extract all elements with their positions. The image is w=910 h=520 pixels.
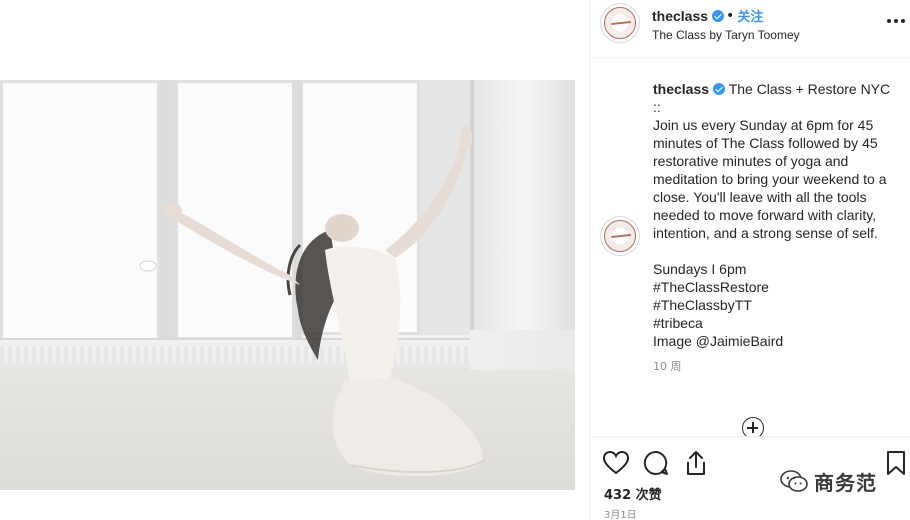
- more-options-icon[interactable]: [886, 12, 906, 26]
- share-icon[interactable]: [682, 449, 710, 477]
- avatar-logo-icon: [604, 220, 636, 252]
- caption-title: The Class + Restore NYC: [728, 81, 891, 97]
- avatar-logo-icon: [604, 7, 636, 39]
- wechat-logo-icon: [780, 470, 808, 492]
- header-title-row: theclass • 关注: [652, 6, 800, 26]
- caption-title-line: theclass The Class + Restore NYC: [653, 80, 903, 98]
- hashtag-link[interactable]: #tribeca: [653, 314, 903, 332]
- post-media-area: [0, 0, 590, 520]
- header-username[interactable]: theclass: [652, 8, 708, 24]
- post-photo[interactable]: [0, 80, 575, 490]
- comment-bubble-icon[interactable]: [642, 449, 670, 477]
- bookmark-icon[interactable]: [882, 449, 910, 477]
- caption-schedule: Sundays I 6pm: [653, 261, 747, 277]
- dancer-figure: [139, 126, 486, 477]
- heart-icon[interactable]: [602, 449, 630, 477]
- verified-badge-icon: [712, 9, 725, 22]
- post-date[interactable]: 3月1日: [604, 506, 637, 520]
- more-options-dots: [887, 19, 905, 23]
- watermark-text: 商务范: [814, 470, 877, 495]
- account-avatar[interactable]: [600, 3, 640, 43]
- caption-credit[interactable]: Image @JaimieBaird: [653, 332, 903, 350]
- verified-badge-icon: [713, 83, 726, 95]
- header-subtitle[interactable]: The Class by Taryn Toomey: [652, 28, 800, 42]
- likes-count[interactable]: 432 次赞: [604, 484, 662, 503]
- caption-separator: ::: [653, 99, 661, 115]
- caption-username[interactable]: theclass: [653, 81, 709, 97]
- watermark: 商务范: [780, 466, 877, 496]
- post-caption: theclass The Class + Restore NYC :: Join…: [653, 80, 903, 376]
- hashtag-link[interactable]: #TheClassbyTT: [653, 296, 903, 314]
- caption-avatar[interactable]: [600, 216, 640, 256]
- caption-body: Join us every Sunday at 6pm for 45 minut…: [653, 117, 887, 241]
- post-header: theclass • 关注 The Class by Taryn Toomey: [590, 0, 910, 58]
- follow-button[interactable]: 关注: [737, 6, 763, 25]
- hashtag-link[interactable]: #TheClassRestore: [653, 278, 903, 296]
- header-text: theclass • 关注 The Class by Taryn Toomey: [652, 6, 800, 43]
- post-side-panel: theclass • 关注 The Class by Taryn Toomey …: [590, 0, 910, 520]
- caption-time-ago[interactable]: 10 周: [653, 358, 903, 376]
- dot-separator: •: [726, 7, 735, 24]
